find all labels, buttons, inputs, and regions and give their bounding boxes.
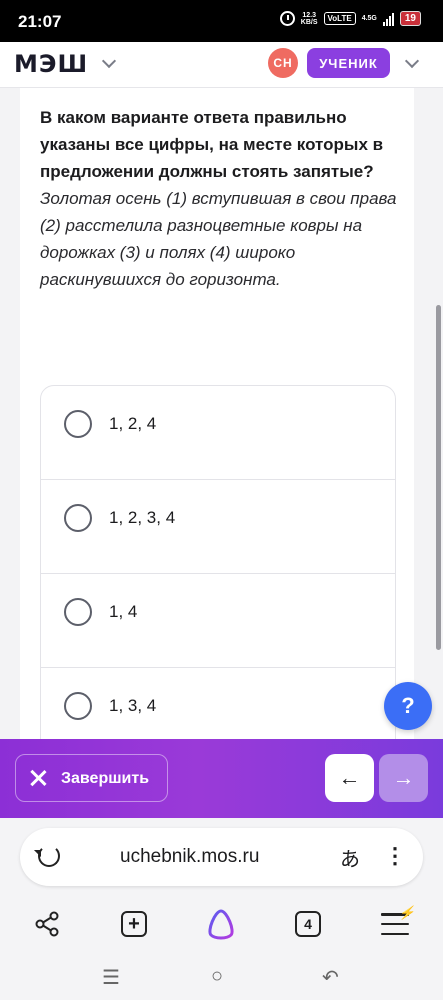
address-bar[interactable]: uchebnik.mos.ru あ ⋮	[20, 828, 423, 886]
logo-chevron-down-icon[interactable]	[101, 53, 117, 69]
scrollbar[interactable]	[436, 305, 441, 650]
alarm-icon	[279, 11, 295, 26]
add-icon: +	[121, 911, 147, 937]
status-icons: 12.3 KB/S VoLTE 4.5G 19	[279, 11, 421, 26]
assistant-button[interactable]	[201, 904, 241, 944]
battery-icon: 19	[399, 11, 421, 26]
finish-button[interactable]: Завершить	[15, 754, 168, 802]
help-button[interactable]: ?	[384, 682, 432, 730]
answer-option[interactable]: 1, 4	[41, 574, 395, 668]
question-sentence: Золотая осень (1) вступившая в свои прав…	[40, 189, 397, 289]
network-speed: 12.3 KB/S	[301, 12, 318, 26]
notification-bolt-icon: ⚡	[398, 905, 415, 920]
new-tab-button[interactable]: +	[114, 904, 154, 944]
signal-icon	[382, 12, 394, 26]
browser-bottom-nav: + 4 ⚡	[0, 898, 443, 946]
system-nav-bar: ☰ ○ ↶	[0, 955, 443, 1000]
share-button[interactable]	[27, 904, 67, 944]
avatar[interactable]: СН	[268, 48, 298, 78]
reload-icon[interactable]	[38, 845, 60, 867]
more-menu-icon[interactable]: ⋮	[384, 843, 406, 869]
answer-option[interactable]: 1, 2, 3, 4	[41, 480, 395, 574]
profile-chevron-down-icon[interactable]	[404, 53, 420, 69]
radio-button[interactable]	[64, 692, 92, 720]
finish-button-label: Завершить	[61, 770, 150, 787]
arrow-left-icon: ←	[338, 765, 361, 790]
home-icon[interactable]: ○	[211, 965, 223, 988]
answer-option-label: 1, 4	[109, 602, 138, 621]
radio-button[interactable]	[64, 410, 92, 438]
action-bar: Завершить ← →	[0, 739, 443, 818]
translate-icon[interactable]: あ	[340, 843, 360, 872]
tabs-button[interactable]: 4	[288, 904, 328, 944]
answer-options: 1, 2, 4 1, 2, 3, 4 1, 4 1, 3, 4	[40, 385, 396, 765]
answer-option-label: 1, 2, 4	[109, 414, 157, 433]
answer-option-label: 1, 3, 4	[109, 696, 157, 715]
app-logo[interactable]: МЭШ	[14, 50, 88, 78]
radio-button[interactable]	[64, 504, 92, 532]
close-icon	[30, 770, 46, 786]
answer-option-label: 1, 2, 3, 4	[109, 508, 176, 527]
menu-button[interactable]: ⚡	[375, 904, 415, 944]
network-type: 4.5G	[361, 15, 377, 22]
assistant-icon	[208, 909, 234, 940]
status-bar: 21:07 12.3 KB/S VoLTE 4.5G 19	[0, 0, 443, 42]
share-icon	[35, 911, 59, 937]
url-text[interactable]: uchebnik.mos.ru	[120, 846, 259, 868]
role-badge[interactable]: УЧЕНИК	[307, 48, 390, 78]
next-button[interactable]: →	[379, 754, 428, 802]
volte-badge: VoLTE	[323, 12, 356, 25]
radio-button[interactable]	[64, 598, 92, 626]
arrow-right-icon: →	[392, 765, 415, 790]
network-speed-unit: KB/S	[300, 18, 318, 26]
answer-option[interactable]: 1, 2, 4	[41, 386, 395, 480]
hamburger-icon: ⚡	[381, 905, 415, 935]
network-speed-value: 12.3	[302, 11, 316, 19]
app-header: МЭШ СН УЧЕНИК	[0, 42, 443, 88]
status-time: 21:07	[18, 12, 62, 31]
tabs-count: 4	[295, 911, 321, 937]
back-icon[interactable]: ↶	[322, 965, 339, 990]
previous-button[interactable]: ←	[325, 754, 374, 802]
question-prompt: В каком варианте ответа правильно указан…	[40, 108, 384, 181]
recents-icon[interactable]: ☰	[102, 965, 120, 990]
